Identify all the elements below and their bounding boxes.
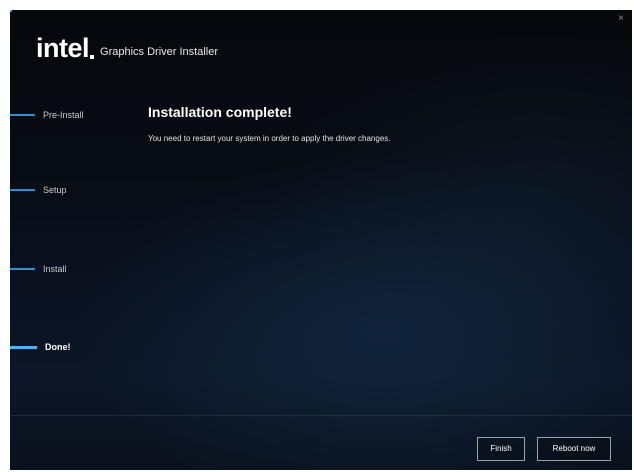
step-label: Install xyxy=(43,264,67,274)
step-setup: Setup xyxy=(10,183,67,197)
restart-message: You need to restart your system in order… xyxy=(148,134,391,143)
footer-divider xyxy=(10,415,632,416)
close-icon[interactable]: × xyxy=(614,12,628,26)
step-done: Done! xyxy=(10,340,71,354)
step-indicator xyxy=(10,268,35,270)
step-label: Done! xyxy=(45,342,71,352)
step-label: Setup xyxy=(43,185,67,195)
step-indicator xyxy=(10,345,37,349)
app-title: Graphics Driver Installer xyxy=(100,46,218,58)
installer-window: × intel Graphics Driver Installer Pre-In… xyxy=(10,10,632,470)
logo-dot xyxy=(90,55,95,59)
window-accent xyxy=(10,10,12,12)
step-install: Install xyxy=(10,262,67,276)
reboot-now-button[interactable]: Reboot now xyxy=(537,437,611,461)
page-title: Installation complete! xyxy=(148,104,292,120)
step-indicator xyxy=(10,114,35,116)
step-indicator xyxy=(10,189,35,191)
main-content: Installation complete! You need to resta… xyxy=(148,103,448,144)
header: intel Graphics Driver Installer xyxy=(36,32,218,62)
step-label: Pre-Install xyxy=(43,110,84,120)
finish-button[interactable]: Finish xyxy=(477,437,525,461)
step-pre-install: Pre-Install xyxy=(10,108,84,122)
intel-logo: intel xyxy=(36,33,90,63)
